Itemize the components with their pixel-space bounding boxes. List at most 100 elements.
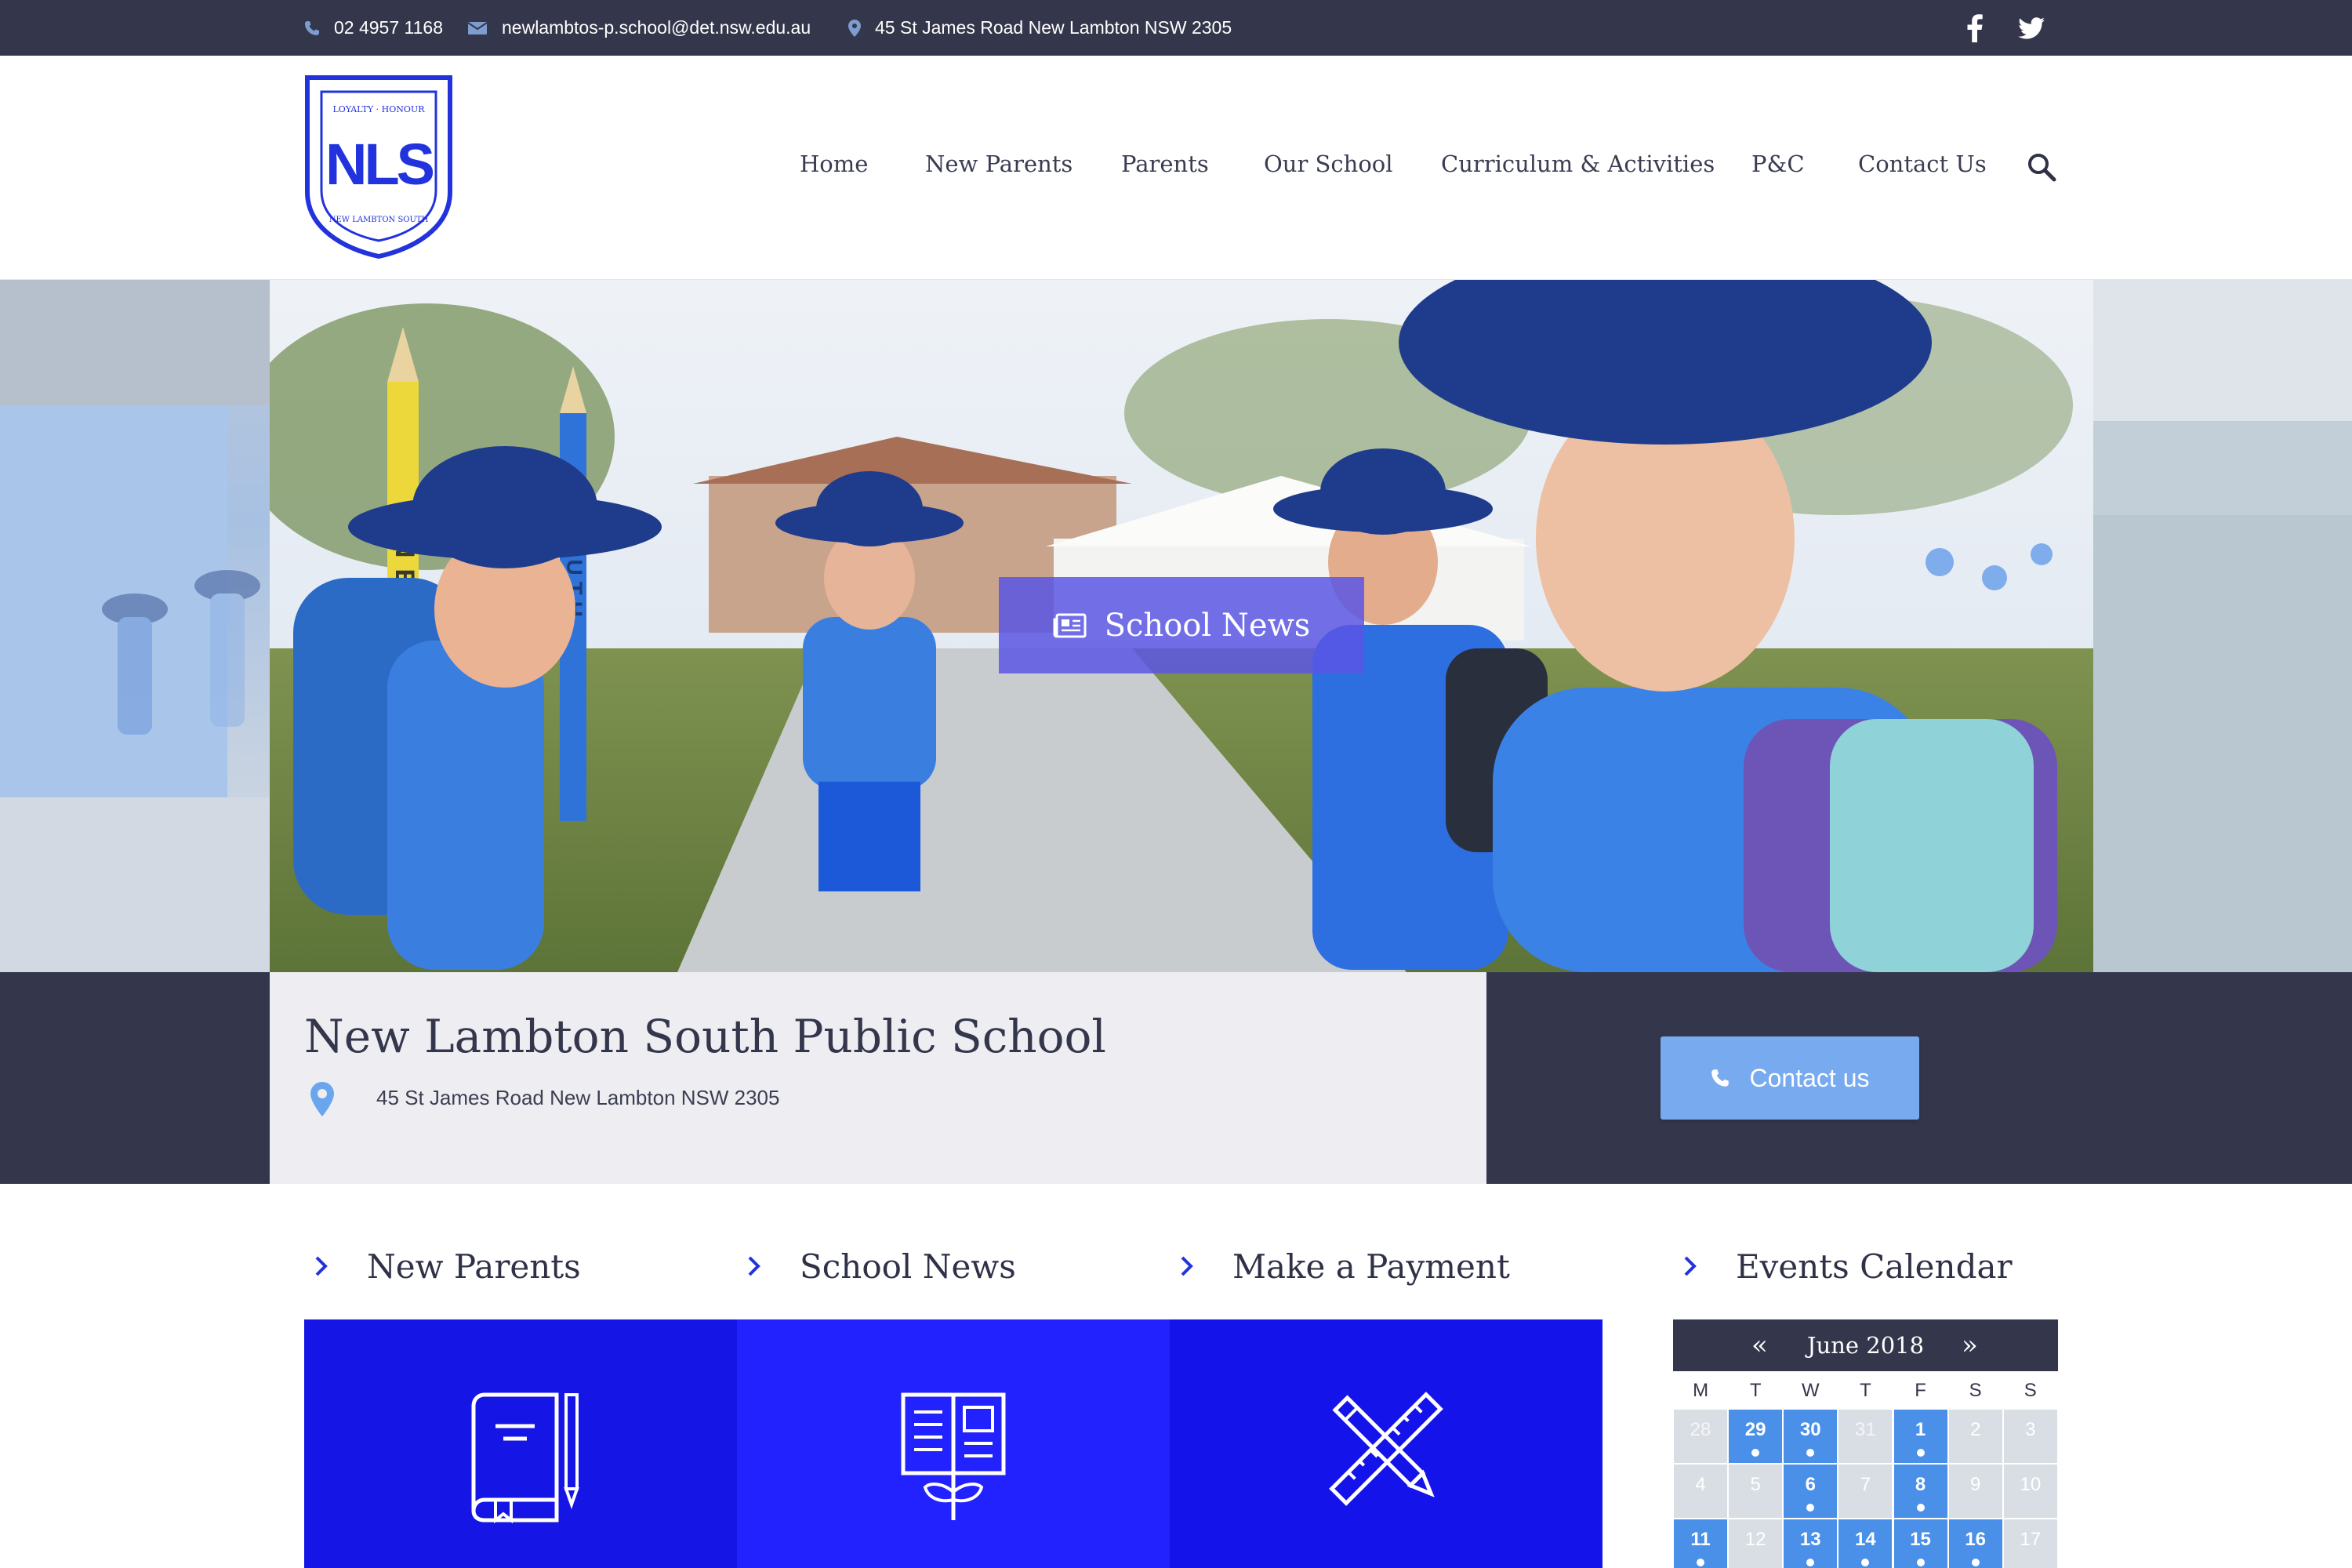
calendar-day[interactable]: 2	[1948, 1410, 2002, 1463]
calendar-day-number: 11	[1690, 1529, 1711, 1550]
calendar-day-event[interactable]: 14	[1838, 1519, 1893, 1568]
calendar-weekday: S	[2024, 1380, 2037, 1401]
school-logo[interactable]: LOYALTY · HONOUR NLS NEW LAMBTON SOUTH	[304, 74, 453, 260]
calendar-weekday: T	[1749, 1380, 1762, 1401]
calendar-day-number: 4	[1695, 1474, 1706, 1495]
calendar-day[interactable]: 5	[1729, 1465, 1783, 1518]
calendar-day[interactable]: 12	[1729, 1519, 1783, 1568]
facebook-icon[interactable]	[1966, 13, 1984, 42]
calendar-day-number: 5	[1750, 1474, 1761, 1495]
hero-right-faded	[2093, 280, 2352, 972]
section-new-parents[interactable]: New Parents	[314, 1239, 581, 1294]
chevron-right-icon	[748, 1256, 760, 1276]
calendar-day-event[interactable]: 29	[1729, 1410, 1783, 1463]
school-news-hero-button[interactable]: School News	[999, 577, 1364, 673]
calendar-day-number: 17	[2020, 1529, 2042, 1550]
school-address: 45 St James Road New Lambton NSW 2305	[376, 1086, 780, 1109]
school-info-panel	[270, 972, 1486, 1184]
section-make-payment[interactable]: Make a Payment	[1179, 1239, 1510, 1294]
nav-our-school[interactable]: Our School	[1264, 151, 1393, 177]
nav-contact-us[interactable]: Contact Us	[1858, 151, 1987, 177]
calendar-day-event[interactable]: 30	[1784, 1410, 1838, 1463]
chevron-right-icon	[1684, 1256, 1697, 1276]
envelope-icon	[467, 21, 488, 34]
calendar-day[interactable]: 31	[1838, 1410, 1893, 1463]
calendar-day-number: 10	[2020, 1474, 2042, 1495]
calendar-day-event[interactable]: 8	[1893, 1465, 1947, 1518]
calendar-day-event[interactable]: 6	[1784, 1465, 1838, 1518]
calendar-next-button[interactable]: »	[1962, 1319, 1978, 1371]
nav-new-parents[interactable]: New Parents	[925, 151, 1073, 177]
book-pencil-icon	[471, 1392, 579, 1523]
calendar-weekdays: M T W T F S S	[1673, 1374, 2058, 1408]
calendar-day[interactable]: 9	[1948, 1465, 2002, 1518]
school-name-heading: New Lambton South Public School	[304, 1010, 1106, 1063]
calendar-weekday: F	[1915, 1380, 1926, 1401]
event-dot-icon	[1697, 1559, 1704, 1566]
section-school-news-title: School News	[800, 1247, 1016, 1286]
logo-motto-top: LOYALTY · HONOUR	[333, 104, 426, 114]
calendar-day-event[interactable]: 1	[1893, 1410, 1947, 1463]
calendar-day-event[interactable]: 11	[1674, 1519, 1727, 1568]
event-dot-icon	[1806, 1449, 1815, 1457]
hero-left-illustration	[0, 280, 270, 972]
contact-us-button[interactable]: Contact us	[1661, 1036, 1919, 1120]
top-contact-bar: 02 4957 1168 newlambtos-p.school@det.nsw…	[0, 0, 2352, 56]
newspaper-icon	[1053, 613, 1087, 637]
calendar-day-number: 7	[1860, 1474, 1871, 1495]
calendar-prev-button[interactable]: «	[1751, 1319, 1768, 1371]
calendar-day-event[interactable]: 15	[1893, 1519, 1947, 1568]
topbar-email[interactable]: newlambtos-p.school@det.nsw.edu.au	[467, 0, 811, 56]
section-events-calendar[interactable]: Events Calendar	[1682, 1239, 2013, 1294]
tile-school-news[interactable]	[737, 1319, 1170, 1568]
nav-curriculum-activities[interactable]: Curriculum & Activities	[1441, 151, 1715, 177]
calendar-day[interactable]: 3	[2003, 1410, 2057, 1463]
calendar-day-number: 8	[1915, 1474, 1926, 1495]
calendar-day-event[interactable]: 16	[1948, 1519, 2002, 1568]
calendar-day-number: 15	[1910, 1529, 1931, 1550]
calendar-day[interactable]: 17	[2003, 1519, 2057, 1568]
calendar-day-number: 16	[1965, 1529, 1987, 1550]
search-icon[interactable]	[2026, 151, 2057, 183]
map-pin-icon	[310, 1082, 334, 1116]
site-header: LOYALTY · HONOUR NLS NEW LAMBTON SOUTH H…	[0, 56, 2352, 280]
calendar-day-number: 13	[1799, 1529, 1821, 1550]
phone-icon	[305, 20, 319, 35]
logo-motto-bottom: NEW LAMBTON SOUTH	[329, 216, 429, 224]
event-dot-icon	[1751, 1449, 1760, 1457]
tile-new-parents[interactable]	[304, 1319, 737, 1568]
twitter-icon[interactable]	[2018, 16, 2045, 39]
calendar-day-event[interactable]: 13	[1784, 1519, 1838, 1568]
calendar-day[interactable]: 28	[1674, 1410, 1727, 1463]
open-book-icon	[901, 1392, 1006, 1520]
calendar-day-number: 28	[1690, 1419, 1711, 1440]
calendar-day-number: 9	[1970, 1474, 1981, 1495]
section-make-payment-title: Make a Payment	[1232, 1247, 1510, 1286]
calendar-day-number: 31	[1855, 1419, 1876, 1440]
nav-home[interactable]: Home	[800, 151, 868, 177]
chevron-right-icon	[315, 1256, 328, 1276]
topbar-address-text: 45 St James Road New Lambton NSW 2305	[875, 17, 1232, 38]
map-pin-icon	[848, 19, 861, 37]
section-school-news[interactable]: School News	[746, 1239, 1016, 1294]
section-events-calendar-title: Events Calendar	[1736, 1247, 2013, 1286]
calendar-day-number: 1	[1915, 1419, 1926, 1440]
nav-pandc[interactable]: P&C	[1751, 151, 1805, 177]
calendar-day-number: 6	[1805, 1474, 1816, 1495]
calendar-day[interactable]: 4	[1674, 1465, 1727, 1518]
event-dot-icon	[1916, 1559, 1925, 1566]
logo-letters: NLS	[325, 132, 434, 197]
contact-us-label: Contact us	[1749, 1063, 1870, 1092]
tile-make-payment[interactable]	[1170, 1319, 1602, 1568]
section-new-parents-title: New Parents	[367, 1247, 581, 1286]
calendar-day-number: 29	[1744, 1419, 1766, 1440]
calendar-weekday: M	[1693, 1380, 1709, 1401]
school-news-hero-label: School News	[1104, 607, 1311, 644]
phone-icon	[1711, 1069, 1729, 1087]
topbar-address: 45 St James Road New Lambton NSW 2305	[848, 0, 1232, 56]
topbar-phone[interactable]: 02 4957 1168	[304, 0, 443, 56]
calendar-day[interactable]: 10	[2003, 1465, 2057, 1518]
nav-parents[interactable]: Parents	[1121, 151, 1209, 177]
calendar-day[interactable]: 7	[1838, 1465, 1893, 1518]
school-info-strip	[0, 972, 2352, 1184]
